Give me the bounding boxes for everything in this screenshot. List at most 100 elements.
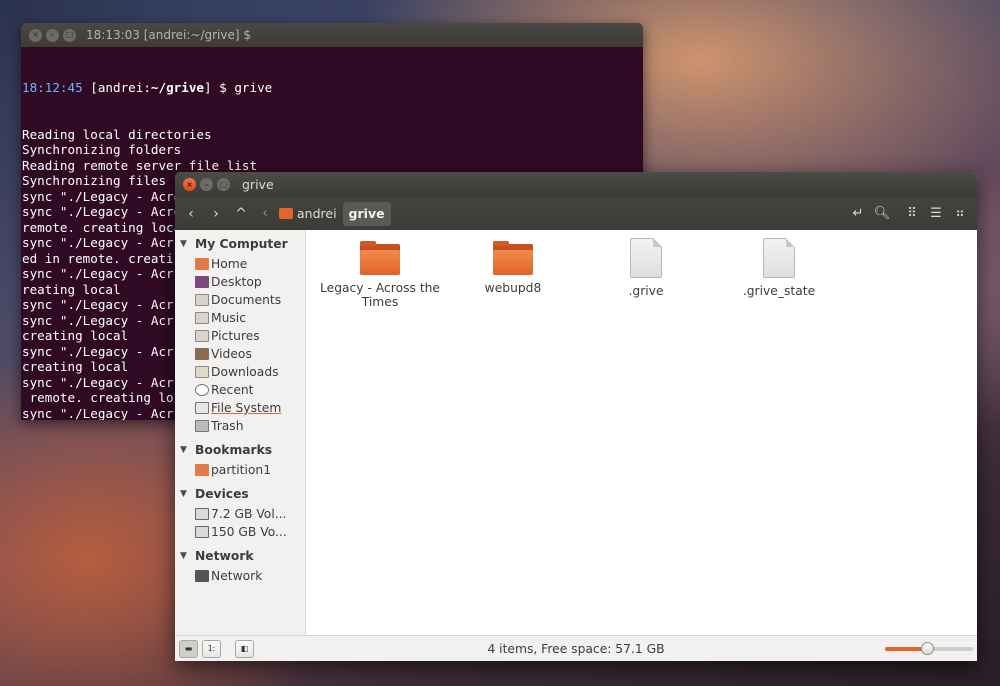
breadcrumb-grive[interactable]: grive <box>342 201 391 226</box>
terminal-output-line: Reading remote server file list <box>22 157 258 173</box>
location-toggle-icon: ↵ <box>852 206 864 221</box>
expand-triangle-icon[interactable]: ▼ <box>180 489 195 499</box>
file-view[interactable]: Legacy - Across the Times webupd8 .grive… <box>306 230 977 635</box>
sidebar-section-my-computer[interactable]: ▼ My Computer <box>175 233 305 255</box>
sidebar-item-videos[interactable]: Videos <box>175 345 305 363</box>
sidebar-item-desktop[interactable]: Desktop <box>175 273 305 291</box>
breadcrumb-left-arrow-icon[interactable]: ‹ <box>257 206 273 221</box>
file-item[interactable]: webupd8 <box>443 238 583 295</box>
videos-icon <box>195 348 209 360</box>
back-button[interactable]: ‹ <box>180 202 202 226</box>
maximize-icon[interactable]: □ <box>217 178 230 191</box>
file-item[interactable]: .grive_state <box>709 238 849 298</box>
expand-triangle-icon[interactable]: ▼ <box>180 551 195 561</box>
breadcrumb-andrei[interactable]: andrei <box>273 202 343 226</box>
toolbar-right: ↵ 🔍︎ ⠿ ☰ ⠶ <box>847 197 973 230</box>
sidebar-item-trash[interactable]: Trash <box>175 417 305 435</box>
sidebar-item-label: Recent <box>211 383 254 397</box>
terminal-prompt-line: 18:12:45 [andrei:~/grive] $ grive <box>22 80 643 96</box>
prompt-user: [andrei: <box>82 80 151 95</box>
forward-icon: › <box>213 205 219 222</box>
file-name: Legacy - Across the Times <box>320 281 441 309</box>
sidebar-item-documents[interactable]: Documents <box>175 291 305 309</box>
document-icon <box>630 238 662 278</box>
file-item[interactable]: Legacy - Across the Times <box>310 238 450 309</box>
minimize-icon[interactable]: – <box>46 28 59 42</box>
sidebar-section-network[interactable]: ▼ Network <box>175 545 305 567</box>
recent-clock-icon <box>195 384 209 396</box>
sidebar-section-bookmarks[interactable]: ▼ Bookmarks <box>175 439 305 461</box>
sidebar-item-file-system[interactable]: File System <box>175 399 305 417</box>
file-manager-main: ▼ My Computer Home Desktop Documents Musi… <box>175 230 977 635</box>
section-title: Devices <box>195 487 249 501</box>
terminal-output-line: Synchronizing folders <box>22 142 182 157</box>
statusbar: ▬ 1: ◧ 4 items, Free space: 57.1 GB <box>175 635 977 661</box>
list-icon: ☰ <box>930 206 942 221</box>
sidebar-item-label: partition1 <box>211 463 272 477</box>
downloads-icon <box>195 366 209 378</box>
expand-triangle-icon[interactable]: ▼ <box>180 445 195 455</box>
maximize-icon[interactable]: □ <box>63 28 76 42</box>
sidebar-item-network[interactable]: Network <box>175 567 305 585</box>
documents-icon <box>195 294 209 306</box>
close-icon[interactable]: × <box>29 28 42 42</box>
home-icon <box>279 208 293 219</box>
search-button[interactable]: 🔍︎ <box>871 202 893 226</box>
sidebar-item-label: Downloads <box>211 365 279 379</box>
section-title: My Computer <box>195 237 288 251</box>
folder-icon <box>360 241 400 275</box>
compact-view-button[interactable]: ⠶ <box>949 202 971 226</box>
status-text: 4 items, Free space: 57.1 GB <box>487 642 665 656</box>
sidebar-item-label: File System <box>211 401 282 415</box>
file-name: .grive_state <box>742 284 816 298</box>
zoom-slider[interactable] <box>885 642 973 655</box>
minimize-icon[interactable]: – <box>200 178 213 191</box>
document-icon <box>763 238 795 278</box>
sidebar-item-label: Desktop <box>211 275 262 289</box>
folder-icon <box>493 241 533 275</box>
back-icon: ‹ <box>188 205 194 222</box>
trash-icon <box>195 420 209 432</box>
toolbar: ‹ › ^ ‹ andrei grive ↵ 🔍︎ ⠿ ☰ ⠶ <box>175 197 977 230</box>
terminal-titlebar[interactable]: × – □ 18:13:03 [andrei:~/grive] $ <box>21 23 643 47</box>
file-item[interactable]: .grive <box>576 238 716 298</box>
compact-icon: ⠶ <box>955 206 965 221</box>
sidebar-item-partition1[interactable]: partition1 <box>175 461 305 479</box>
music-icon <box>195 312 209 324</box>
icon-view-button[interactable]: ⠿ <box>901 202 923 226</box>
sidebar-item-volume-1[interactable]: 7.2 GB Vol... <box>175 505 305 523</box>
section-title: Network <box>195 549 254 563</box>
sidebar-section-devices[interactable]: ▼ Devices <box>175 483 305 505</box>
zoom-slider-handle[interactable] <box>921 642 934 655</box>
sidebar-item-label: Documents <box>211 293 282 307</box>
close-icon[interactable]: × <box>183 178 196 191</box>
sidebar-item-home[interactable]: Home <box>175 255 305 273</box>
breadcrumb-label: grive <box>348 206 385 221</box>
sidebar-item-label: Network <box>211 569 263 583</box>
prompt-command: ] $ grive <box>204 80 273 95</box>
sidebar-item-recent[interactable]: Recent <box>175 381 305 399</box>
forward-button[interactable]: › <box>205 202 227 226</box>
sidebar-item-label: 150 GB Vo... <box>211 525 287 539</box>
file-manager-titlebar[interactable]: × – □ grive <box>175 172 977 197</box>
window-title: grive <box>242 177 274 192</box>
sidebar-item-downloads[interactable]: Downloads <box>175 363 305 381</box>
list-view-button[interactable]: ☰ <box>925 202 947 226</box>
file-name: .grive <box>628 284 664 298</box>
search-icon: 🔍︎ <box>873 206 891 221</box>
file-name: webupd8 <box>484 281 542 295</box>
sidebar-item-volume-2[interactable]: 150 GB Vo... <box>175 523 305 541</box>
file-manager-window[interactable]: × – □ grive ‹ › ^ ‹ andrei grive ↵ 🔍︎ ⠿ … <box>175 172 977 661</box>
sidebar-item-music[interactable]: Music <box>175 309 305 327</box>
terminal-output-line: Reading local directories <box>22 126 212 142</box>
drive-icon <box>195 402 209 414</box>
folder-icon <box>195 464 209 476</box>
up-button[interactable]: ^ <box>230 202 252 226</box>
home-icon <box>195 258 209 270</box>
up-icon: ^ <box>235 205 247 222</box>
toggle-location-button[interactable]: ↵ <box>847 202 869 226</box>
grid-icon: ⠿ <box>907 206 917 221</box>
sidebar-item-pictures[interactable]: Pictures <box>175 327 305 345</box>
expand-triangle-icon[interactable]: ▼ <box>180 239 195 249</box>
sidebar-item-label: Trash <box>211 419 244 433</box>
